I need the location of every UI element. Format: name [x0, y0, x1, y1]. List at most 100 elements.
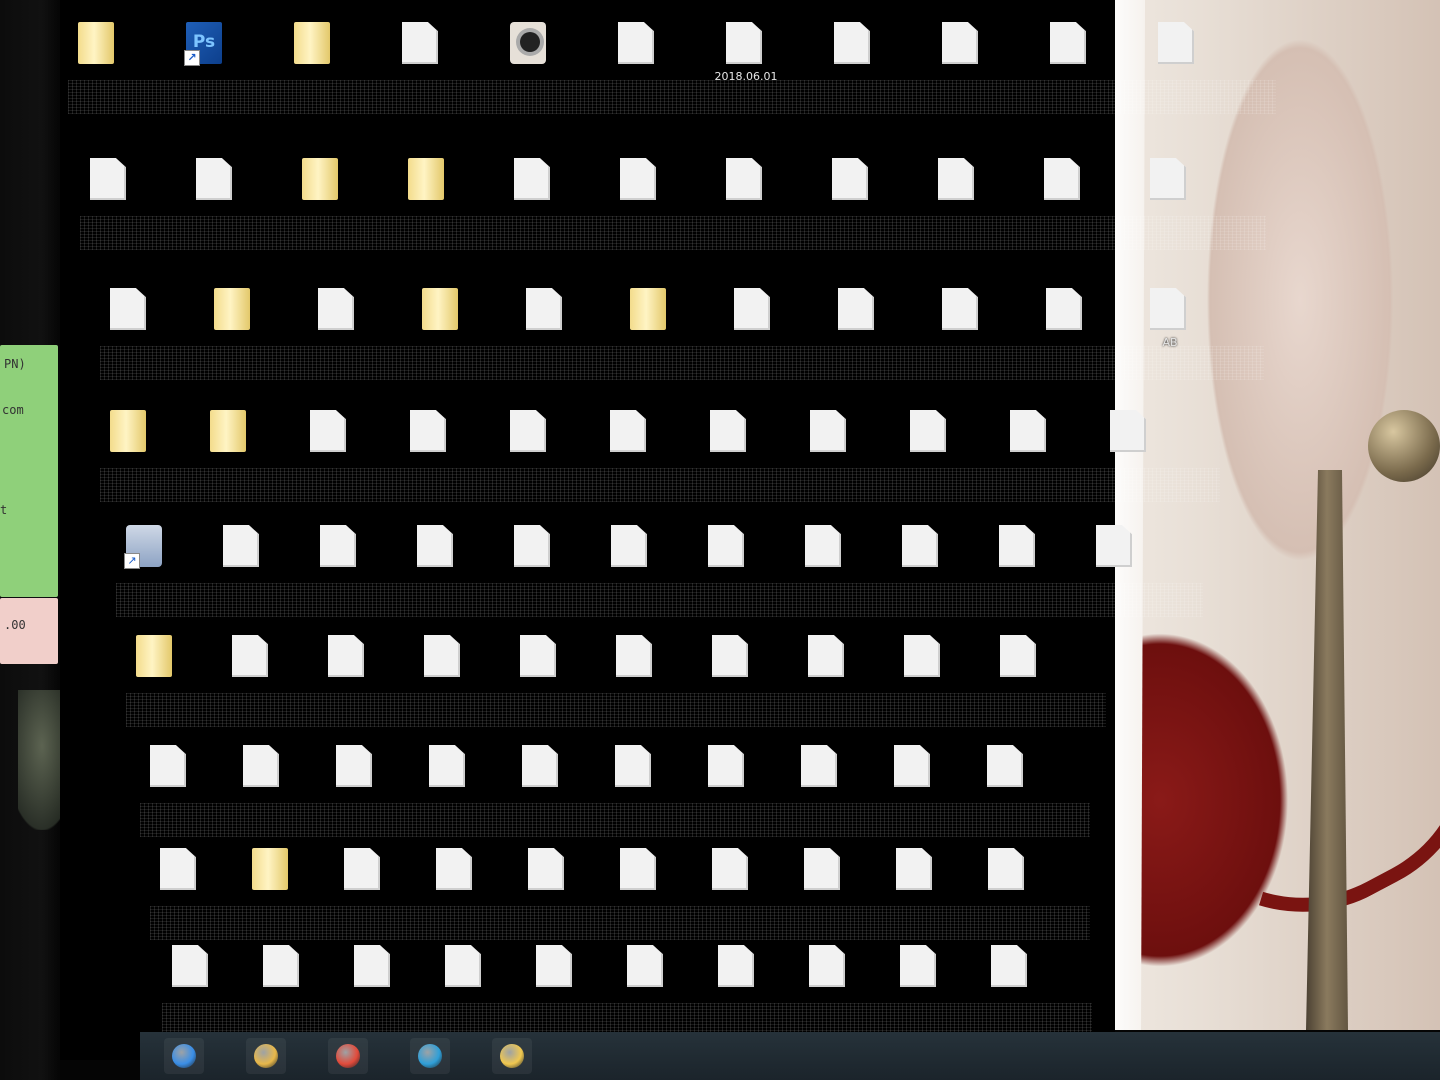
- desktop-icon-folder[interactable]: [630, 288, 670, 330]
- desktop-icon-file[interactable]: [991, 945, 1031, 987]
- desktop-icon-file[interactable]: [318, 288, 358, 330]
- desktop-icon-file[interactable]: [424, 635, 464, 677]
- desktop-icon-file[interactable]: [436, 848, 476, 890]
- desktop-icon-file[interactable]: [942, 288, 982, 330]
- desktop-icon-file[interactable]: [710, 410, 750, 452]
- desktop-icon-folder[interactable]: [252, 848, 292, 890]
- desktop-icon-file[interactable]: [110, 288, 150, 330]
- desktop-icon-file[interactable]: [1010, 410, 1050, 452]
- desktop-icon-folder[interactable]: [78, 22, 118, 64]
- desktop-icon-file[interactable]: [938, 158, 978, 200]
- desktop-icon-file[interactable]: [1000, 635, 1040, 677]
- desktop-icon-folder[interactable]: [408, 158, 448, 200]
- desktop-icon-file[interactable]: [1110, 410, 1150, 452]
- desktop-icon-file[interactable]: [620, 848, 660, 890]
- desktop-icon-file[interactable]: [1096, 525, 1136, 567]
- desktop-icon-file[interactable]: [801, 745, 841, 787]
- desktop-icon-file[interactable]: [429, 745, 469, 787]
- desktop-icon-folder[interactable]: [136, 635, 176, 677]
- desktop-icon-file[interactable]: [838, 288, 878, 330]
- desktop-icon-folder[interactable]: [210, 410, 250, 452]
- desktop-icon-file[interactable]: [1150, 158, 1190, 200]
- desktop-icon-file[interactable]: [615, 745, 655, 787]
- desktop-icon-file[interactable]: [708, 525, 748, 567]
- desktop-icon-file[interactable]: [942, 22, 982, 64]
- desktop-icon-file[interactable]: [712, 635, 752, 677]
- desktop-icon-photoshop-shortcut[interactable]: Ps ↗: [184, 22, 226, 66]
- desktop-icon-file[interactable]: [354, 945, 394, 987]
- desktop-icon-file[interactable]: [618, 22, 658, 64]
- desktop-icon-file[interactable]: [896, 848, 936, 890]
- desktop-icon-file[interactable]: [999, 525, 1039, 567]
- desktop-icon-camera-app[interactable]: [510, 22, 550, 64]
- desktop-icon-file[interactable]: [910, 410, 950, 452]
- desktop-icon-file[interactable]: [902, 525, 942, 567]
- desktop-icon-file[interactable]: [620, 158, 660, 200]
- desktop-icon-file[interactable]: [310, 410, 350, 452]
- desktop-icon-file[interactable]: [196, 158, 236, 200]
- desktop-icon-file[interactable]: AB: [1150, 288, 1190, 349]
- desktop-icon-file[interactable]: [904, 635, 944, 677]
- desktop-icon-file[interactable]: [900, 945, 940, 987]
- desktop-icon-file[interactable]: [616, 635, 656, 677]
- desktop-icon-file[interactable]: [522, 745, 562, 787]
- desktop-icon-file[interactable]: [172, 945, 212, 987]
- desktop-icon-file[interactable]: [263, 945, 303, 987]
- taskbar-button-browser[interactable]: [410, 1038, 450, 1074]
- desktop-icon-printer-shortcut[interactable]: ↗: [124, 525, 166, 569]
- desktop-icon-file[interactable]: [808, 635, 848, 677]
- desktop-icon-file[interactable]: [514, 158, 554, 200]
- desktop-icon-file[interactable]: [894, 745, 934, 787]
- desktop-icon-file[interactable]: [402, 22, 442, 64]
- desktop-icon-file[interactable]: [520, 635, 560, 677]
- desktop-icon-file[interactable]: 2018.06.01: [715, 22, 777, 83]
- desktop-icon-file[interactable]: [336, 745, 376, 787]
- desktop-icon-file[interactable]: [988, 848, 1028, 890]
- desktop-icon-file[interactable]: [232, 635, 272, 677]
- taskbar-button-folder[interactable]: [492, 1038, 532, 1074]
- desktop-icon-file[interactable]: [804, 848, 844, 890]
- taskbar-button-chrome[interactable]: [328, 1038, 368, 1074]
- desktop-icon-file[interactable]: [526, 288, 566, 330]
- desktop-icon-file[interactable]: [1050, 22, 1090, 64]
- desktop-icon-file[interactable]: [150, 745, 190, 787]
- desktop-icon-folder[interactable]: [294, 22, 334, 64]
- desktop-icon-file[interactable]: [708, 745, 748, 787]
- desktop-icon-file[interactable]: [223, 525, 263, 567]
- desktop-icon-file[interactable]: [528, 848, 568, 890]
- desktop-icon-file[interactable]: [627, 945, 667, 987]
- desktop-icon-file[interactable]: [243, 745, 283, 787]
- desktop-icon-file[interactable]: [1158, 22, 1198, 64]
- desktop-icon-file[interactable]: [417, 525, 457, 567]
- desktop-icon-file[interactable]: [832, 158, 872, 200]
- desktop-icon-file[interactable]: [712, 848, 752, 890]
- taskbar-button-start-orb[interactable]: [164, 1038, 204, 1074]
- desktop-icon-file[interactable]: [718, 945, 758, 987]
- desktop-icon-file[interactable]: [328, 635, 368, 677]
- desktop-icon-file[interactable]: [726, 158, 766, 200]
- desktop-icon-file[interactable]: [834, 22, 874, 64]
- desktop-icon-file[interactable]: [987, 745, 1027, 787]
- desktop-icon-file[interactable]: [90, 158, 130, 200]
- desktop-icon-folder[interactable]: [422, 288, 462, 330]
- desktop-icon-file[interactable]: [536, 945, 576, 987]
- desktop-icon-file[interactable]: [514, 525, 554, 567]
- desktop-icon-file[interactable]: [344, 848, 384, 890]
- desktop-icon-folder[interactable]: [110, 410, 150, 452]
- desktop-icon-file[interactable]: [805, 525, 845, 567]
- desktop-icon-file[interactable]: [510, 410, 550, 452]
- desktop-icon-file[interactable]: [611, 525, 651, 567]
- desktop-icon-folder[interactable]: [214, 288, 254, 330]
- desktop-icon-file[interactable]: [734, 288, 774, 330]
- desktop-icon-file[interactable]: [320, 525, 360, 567]
- desktop-icon-file[interactable]: [410, 410, 450, 452]
- desktop-icon-file[interactable]: [610, 410, 650, 452]
- desktop-icon-file[interactable]: [1046, 288, 1086, 330]
- desktop-icon-file[interactable]: [1044, 158, 1084, 200]
- desktop-icon-file[interactable]: [445, 945, 485, 987]
- desktop-icon-file[interactable]: [809, 945, 849, 987]
- desktop-icon-file[interactable]: [160, 848, 200, 890]
- desktop-icon-file[interactable]: [810, 410, 850, 452]
- taskbar-button-file-explorer[interactable]: [246, 1038, 286, 1074]
- desktop-icon-folder[interactable]: [302, 158, 342, 200]
